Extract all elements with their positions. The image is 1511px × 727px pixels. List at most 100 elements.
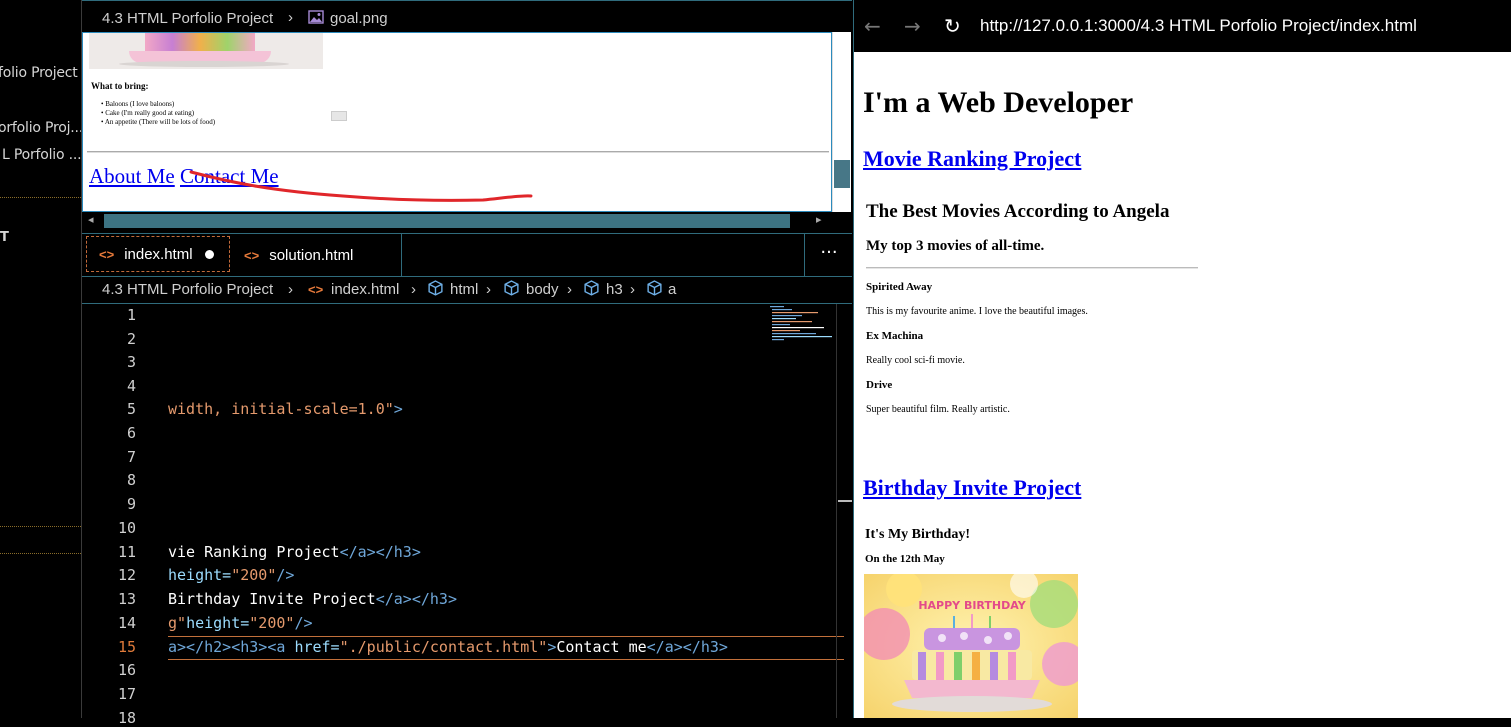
code-token: </a></h3> (646, 638, 728, 656)
red-annotation-stroke (189, 170, 533, 202)
tab-solution-html[interactable]: <> solution.html (232, 234, 402, 276)
element-cube-icon (503, 280, 520, 301)
birthday-cake-image: HAPPY BIRTHDAY (864, 574, 1078, 718)
line-number-active: 15 (117, 638, 136, 656)
movie-name: Drive (866, 379, 893, 391)
back-arrow-icon[interactable]: ← (864, 14, 881, 38)
code-token: > (393, 400, 403, 418)
divider (82, 0, 852, 5)
browser-preview: ← → ↻ http://127.0.0.1:3000/4.3 HTML Por… (853, 0, 1511, 718)
forward-arrow-icon[interactable]: → (904, 14, 921, 38)
code-token: /> (294, 614, 313, 632)
editor-scrollbar[interactable] (836, 304, 853, 718)
line-number: 5 (126, 400, 136, 418)
chevron-right-icon: › (486, 281, 491, 298)
line-number: 4 (126, 377, 136, 395)
movies-subtitle: My top 3 movies of all-time. (866, 238, 1045, 254)
line-number: 10 (117, 519, 136, 537)
code-line[interactable]: vie Ranking Project</a></h3> (168, 543, 421, 561)
element-cube-icon (583, 280, 600, 301)
line-number: 8 (126, 471, 136, 489)
movie-desc: Really cool sci-fi movie. (866, 355, 965, 366)
code-line-active[interactable]: a></h2><h3><a href="./public/contact.htm… (168, 638, 728, 656)
unsaved-dot-icon[interactable] (204, 249, 214, 259)
line-number: 3 (126, 353, 136, 371)
code-token: height= (168, 566, 232, 584)
birthday-date: On the 12th May (865, 553, 945, 565)
code-token: a></h2><h3><a (168, 638, 295, 656)
address-bar[interactable]: http://127.0.0.1:3000/4.3 HTML Porfolio … (980, 16, 1417, 36)
line-number: 11 (117, 543, 136, 561)
line-number: 9 (126, 495, 136, 513)
code-token: Birthday Invite Project (168, 590, 376, 608)
code-token: > (547, 638, 557, 656)
breadcrumb-element[interactable]: h3 (606, 281, 623, 298)
minimap[interactable] (770, 304, 834, 344)
html-file-icon: <> (244, 247, 260, 263)
breadcrumb-file[interactable]: index.html (331, 281, 399, 298)
birthday-invite-link[interactable]: Birthday Invite Project (863, 475, 1081, 501)
goal-image-preview: What to bring: • Baloons (I love baloons… (82, 32, 832, 212)
code-line[interactable]: height="200"/> (168, 566, 294, 584)
sidebar-item[interactable]: L Porfolio ... (2, 147, 81, 163)
code-line[interactable]: Birthday Invite Project</a></h3> (168, 590, 457, 608)
code-token: height= (186, 614, 250, 632)
tab-index-html[interactable]: <> index.html (86, 236, 230, 272)
chevron-right-icon: › (411, 281, 416, 298)
cake-text: HAPPY BIRTHDAY (918, 599, 1026, 612)
code-line[interactable]: g"height="200"/> (168, 614, 313, 632)
movie-ranking-link[interactable]: Movie Ranking Project (863, 146, 1081, 172)
code-editor[interactable]: 1 2 3 4 5 6 7 8 9 10 11 12 13 14 15 16 1… (82, 304, 853, 727)
breadcrumb: 4.3 HTML Porfolio Project › goal.png (82, 6, 852, 32)
scroll-thumb[interactable] (104, 214, 790, 228)
line-number: 16 (117, 661, 136, 679)
more-actions-icon[interactable]: ··· (804, 234, 853, 276)
line-number: 6 (126, 424, 136, 442)
image-file-icon (308, 10, 324, 28)
birthday-title: It's My Birthday! (865, 527, 970, 542)
chevron-right-icon: › (567, 281, 572, 298)
divider (0, 197, 81, 198)
line-number: 1 (126, 306, 136, 324)
code-token: </a></h3> (339, 543, 421, 561)
breadcrumb-folder[interactable]: 4.3 HTML Porfolio Project (102, 10, 273, 27)
html-file-icon: <> (99, 246, 115, 262)
html-file-icon: <> (308, 282, 324, 297)
code-line[interactable]: width, initial-scale=1.0"> (168, 400, 403, 418)
chevron-right-icon: › (288, 9, 293, 26)
horizontal-scrollbar[interactable]: ◂ ▸ (82, 212, 830, 230)
code-token: "./public/contact.html" (339, 638, 548, 656)
line-number: 14 (117, 614, 136, 632)
browser-toolbar: ← → ↻ http://127.0.0.1:3000/4.3 HTML Por… (854, 0, 1511, 52)
code-token: </a></h3> (375, 590, 457, 608)
scroll-left-icon[interactable]: ◂ (88, 213, 94, 226)
reload-icon[interactable]: ↻ (944, 14, 961, 38)
line-number: 18 (117, 709, 136, 727)
section-header[interactable]: T (0, 230, 9, 245)
breadcrumb-element[interactable]: a (668, 281, 676, 298)
divider (0, 526, 81, 527)
sidebar-item[interactable]: orfolio Proj... (0, 120, 81, 136)
breadcrumb-folder[interactable]: 4.3 HTML Porfolio Project (102, 281, 273, 298)
tab-label: index.html (124, 245, 193, 263)
editor-tab-bar: <> index.html <> solution.html ··· (82, 233, 852, 277)
movie-name: Ex Machina (866, 330, 924, 342)
breadcrumb: 4.3 HTML Porfolio Project › <> index.htm… (82, 277, 852, 304)
sidebar-item[interactable]: folio Project (0, 65, 78, 81)
line-number: 7 (126, 448, 136, 466)
code-token: Contact me (556, 638, 647, 656)
breadcrumb-element[interactable]: body (526, 281, 559, 298)
movie-desc: This is my favourite anime. I love the b… (866, 306, 1088, 317)
code-token: vie Ranking Project (168, 543, 340, 561)
page-heading: I'm a Web Developer (863, 86, 1134, 119)
vertical-scrollbar[interactable] (832, 32, 851, 212)
divider (0, 553, 81, 554)
code-token: href= (294, 638, 340, 656)
code-token: "200" (231, 566, 277, 584)
explorer-sidebar: folio Project orfolio Proj... L Porfolio… (0, 0, 82, 718)
scroll-thumb[interactable] (834, 160, 850, 188)
breadcrumb-element[interactable]: html (450, 281, 478, 298)
code-token: width, initial-scale=1.0" (168, 400, 394, 418)
scroll-right-icon[interactable]: ▸ (816, 213, 822, 226)
breadcrumb-file[interactable]: goal.png (330, 10, 388, 27)
